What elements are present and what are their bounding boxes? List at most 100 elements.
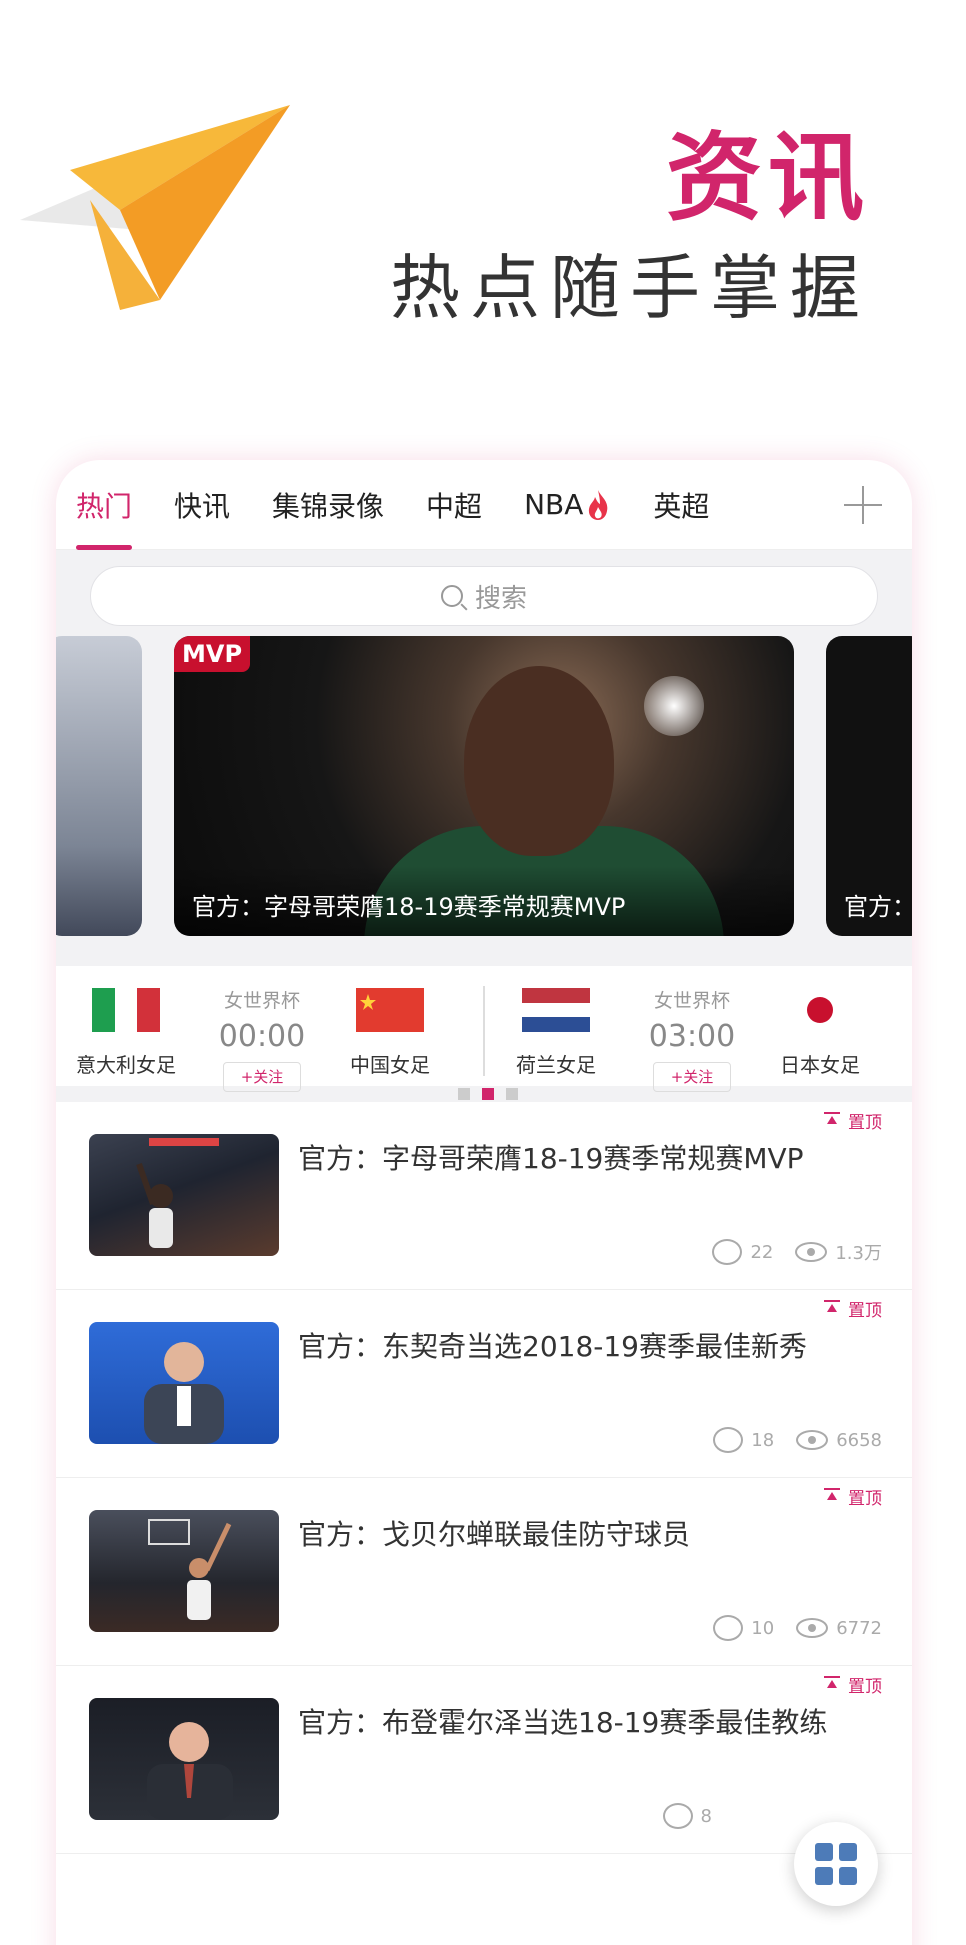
comment-count: 18 — [751, 1429, 775, 1451]
competition-name: 女世界杯 — [653, 990, 730, 1012]
page-indicator — [452, 1088, 524, 1100]
banner-slide-prev[interactable] — [56, 636, 142, 936]
news-item[interactable]: 置顶 官方：戈贝尔蝉联最佳防守球员 10 6772 — [56, 1478, 912, 1666]
news-stats: 10 6772 — [713, 1615, 882, 1641]
news-stats: 22 1.3万 — [712, 1239, 882, 1265]
search-input[interactable]: 搜索 — [90, 566, 878, 626]
comment-count: 10 — [751, 1617, 775, 1639]
pinned-label: 置顶 — [824, 1672, 882, 1697]
comment-icon — [712, 1239, 743, 1265]
promo-subtitle: 热点随手掌握 — [390, 247, 870, 329]
mvp-badge: MVP — [174, 636, 251, 672]
team-away[interactable]: 中国女足 — [320, 966, 460, 1078]
grid-cell — [815, 1843, 833, 1861]
team-name: 意大利女足 — [76, 1053, 176, 1077]
news-thumbnail — [89, 1134, 279, 1256]
news-item[interactable]: 置顶 官方：字母哥荣膺18-19赛季常规赛MVP 22 1.3万 — [56, 1102, 912, 1290]
view-count: 6658 — [836, 1429, 882, 1451]
pin-top-icon — [824, 1487, 840, 1506]
view-icon — [796, 1430, 829, 1450]
netherlands-flag-icon — [522, 988, 590, 1032]
phone-frame: 热门 快讯 集锦录像 中超 NBA 英超 搜索 MVP 官方：字母哥荣膺18-1… — [56, 460, 912, 1945]
promo-header: 资讯 热点随手掌握 — [0, 0, 966, 430]
tab-label: 中超 — [426, 489, 483, 523]
pin-text: 置顶 — [848, 1677, 882, 1697]
apps-grid-button[interactable] — [794, 1822, 878, 1906]
arena-light — [644, 676, 704, 736]
pinned-label: 置顶 — [824, 1296, 882, 1321]
team-name: 荷兰女足 — [516, 1053, 596, 1077]
channel-tabs: 热门 快讯 集锦录像 中超 NBA 英超 — [56, 460, 912, 550]
grid-cell — [815, 1867, 833, 1885]
paper-plane-icon — [20, 105, 290, 310]
news-stats: 18 6658 — [713, 1427, 882, 1453]
news-headline: 官方：字母哥荣膺18-19赛季常规赛MVP — [298, 1142, 804, 1175]
banner-slide-main[interactable]: MVP 官方：字母哥荣膺18-19赛季常规赛MVP — [174, 636, 794, 936]
search-bar-area: 搜索 — [56, 550, 912, 636]
tab-flash[interactable]: 快讯 — [174, 460, 230, 550]
banner-slide-next[interactable]: 官方： — [826, 636, 912, 936]
team-home[interactable]: 荷兰女足 — [486, 966, 626, 1078]
follow-button[interactable]: +关注 — [653, 1062, 731, 1092]
italy-flag-icon — [92, 988, 160, 1032]
tab-label: NBA — [524, 488, 584, 521]
news-headline: 官方：东契奇当选2018-19赛季最佳新秀 — [298, 1330, 807, 1363]
comment-icon — [713, 1615, 744, 1641]
comment-count: 8 — [700, 1805, 712, 1827]
player-image — [464, 666, 614, 856]
follow-button[interactable]: +关注 — [223, 1062, 301, 1092]
view-icon — [795, 1242, 828, 1262]
match-time: 03:00 — [648, 1019, 736, 1054]
match-time: 00:00 — [218, 1019, 306, 1054]
tab-label: 英超 — [653, 489, 710, 523]
banner-caption: 官方：字母哥荣膺18-19赛季常规赛MVP — [192, 893, 626, 921]
news-headline: 官方：布登霍尔泽当选18-19赛季最佳教练 — [298, 1706, 828, 1739]
tab-epl[interactable]: 英超 — [653, 460, 709, 550]
pin-text: 置顶 — [848, 1489, 882, 1509]
tab-label: 热门 — [76, 489, 133, 523]
grid-cell — [839, 1843, 857, 1861]
tab-highlights[interactable]: 集锦录像 — [272, 460, 384, 550]
tab-label: 快讯 — [174, 489, 231, 523]
search-placeholder: 搜索 — [474, 583, 527, 614]
china-flag-icon — [356, 988, 424, 1032]
pinned-label: 置顶 — [824, 1108, 882, 1133]
pin-top-icon — [824, 1111, 840, 1130]
comment-icon — [662, 1803, 693, 1829]
team-away[interactable]: 日本女足 — [750, 966, 890, 1078]
comment-count: 22 — [750, 1241, 774, 1263]
add-channel-button[interactable] — [844, 486, 882, 524]
page-dot-active — [482, 1088, 494, 1100]
view-icon — [796, 1618, 829, 1638]
tab-csl[interactable]: 中超 — [426, 460, 482, 550]
view-count: 6772 — [836, 1617, 882, 1639]
match-info: 女世界杯 03:00 +关注 — [632, 966, 752, 1092]
news-thumbnail — [89, 1322, 279, 1444]
competition-name: 女世界杯 — [223, 990, 300, 1012]
news-item[interactable]: 置顶 官方：布登霍尔泽当选18-19赛季最佳教练 8 — [56, 1666, 912, 1854]
search-icon — [440, 585, 463, 607]
tab-label: 集锦录像 — [272, 489, 385, 523]
news-thumbnail — [89, 1510, 279, 1632]
team-name: 中国女足 — [350, 1053, 430, 1077]
grid-cell — [839, 1867, 857, 1885]
promo-title: 资讯 — [666, 122, 870, 234]
news-headline: 官方：戈贝尔蝉联最佳防守球员 — [298, 1518, 691, 1551]
tab-nba[interactable]: NBA — [524, 460, 611, 550]
banner-carousel: MVP 官方：字母哥荣膺18-19赛季常规赛MVP 官方： — [56, 636, 912, 936]
news-item[interactable]: 置顶 官方：东契奇当选2018-19赛季最佳新秀 18 6658 — [56, 1290, 912, 1478]
pin-top-icon — [824, 1675, 840, 1694]
tab-hot[interactable]: 热门 — [76, 460, 133, 550]
team-name: 日本女足 — [780, 1053, 860, 1077]
fire-icon — [589, 489, 608, 520]
japan-flag-icon — [786, 988, 854, 1032]
team-home[interactable]: 意大利女足 — [56, 966, 196, 1078]
news-thumbnail — [89, 1698, 279, 1820]
match-schedule: 意大利女足 女世界杯 00:00 +关注 中国女足 荷兰女足 女世界杯 03:0… — [56, 936, 912, 1100]
page-dot — [458, 1088, 470, 1100]
news-stats: 8 — [662, 1803, 712, 1829]
banner-caption: 官方： — [844, 893, 912, 921]
comment-icon — [713, 1427, 744, 1453]
pin-text: 置顶 — [848, 1301, 882, 1321]
match-info: 女世界杯 00:00 +关注 — [202, 966, 322, 1092]
